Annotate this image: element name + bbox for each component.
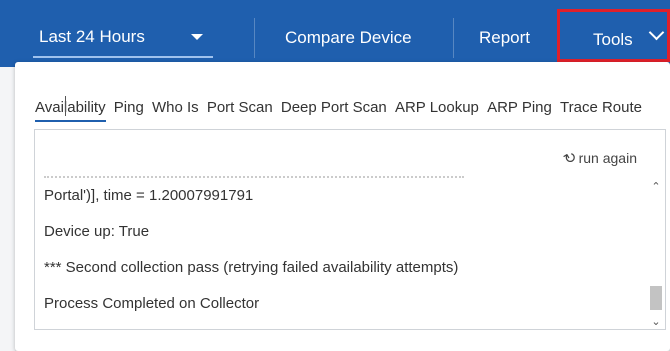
tab-who-is[interactable]: Who Is (152, 99, 199, 116)
time-range-dropdown[interactable]: Last 24 Hours (33, 18, 213, 58)
vertical-scrollbar[interactable]: ⌃ ⌄ (647, 178, 665, 329)
tools-popup-panel: Availability Ping Who Is Port Scan Deep … (15, 62, 670, 351)
caret-down-icon (191, 34, 203, 40)
time-range-label: Last 24 Hours (39, 27, 145, 46)
text-cursor (65, 96, 66, 116)
run-again-label: run again (578, 150, 637, 166)
time-range-underline (33, 56, 213, 58)
tab-deep-port-scan[interactable]: Deep Port Scan (281, 99, 387, 116)
page-background (0, 67, 15, 351)
run-again-button[interactable]: ↻run again (561, 148, 637, 169)
scroll-up-icon[interactable]: ⌃ (651, 182, 661, 193)
scroll-down-icon[interactable]: ⌄ (651, 317, 661, 328)
tools-tab-bar: Availability Ping Who Is Port Scan Deep … (35, 99, 646, 122)
output-line: Device up: True (44, 223, 150, 240)
compare-device-link[interactable]: Compare Device (285, 28, 412, 48)
tab-availability[interactable]: Availability (35, 99, 106, 122)
tab-port-scan[interactable]: Port Scan (207, 99, 273, 116)
nav-divider (453, 18, 454, 58)
chevron-down-icon (648, 24, 665, 41)
refresh-icon: ↻ (560, 147, 581, 169)
scrollbar-thumb[interactable] (650, 286, 662, 310)
tools-label: Tools (593, 30, 633, 49)
tab-ping[interactable]: Ping (114, 99, 144, 116)
top-nav-bar: Last 24 Hours Compare Device Report Tool… (0, 0, 670, 67)
tools-menu-button[interactable]: Tools (557, 9, 670, 62)
output-lines: Portal')], time = 1.20007991791 Device u… (44, 178, 635, 322)
nav-divider (254, 18, 255, 58)
report-link[interactable]: Report (479, 28, 530, 48)
output-line: *** Second collection pass (retrying fai… (44, 259, 459, 276)
tab-arp-ping[interactable]: ARP Ping (487, 99, 552, 116)
output-line: Process Completed on Collector (44, 295, 260, 312)
output-line: Portal')], time = 1.20007991791 (44, 187, 254, 204)
tab-trace-route[interactable]: Trace Route (560, 99, 642, 116)
tab-arp-lookup[interactable]: ARP Lookup (395, 99, 479, 116)
output-console[interactable]: ↻run again Portal')], time = 1.200079917… (34, 129, 666, 330)
